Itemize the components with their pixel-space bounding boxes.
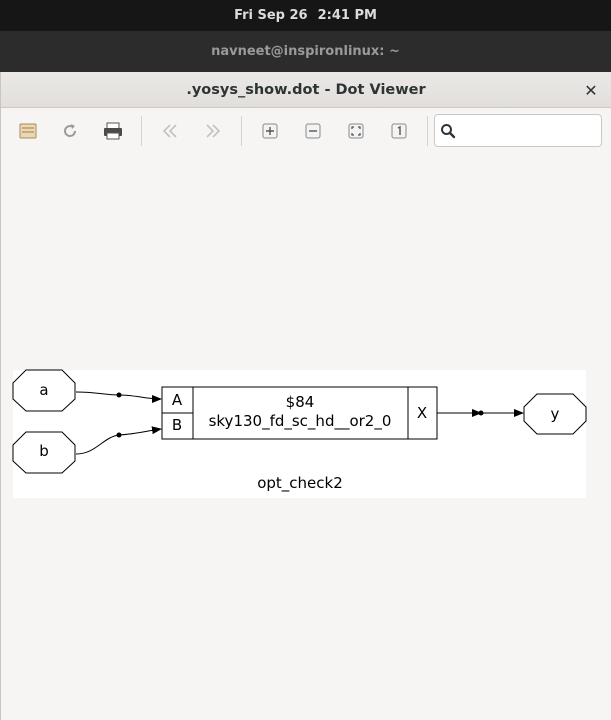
window-titlebar[interactable]: .yosys_show.dot - Dot Viewer ✕ [1,72,611,108]
print-icon [104,122,122,140]
cell-id-label: $84 [286,393,315,411]
zoom-100-icon [391,123,407,139]
back-icon [162,124,177,138]
top-bar: Fri Sep 26 2:41 PM [0,0,611,31]
zoom-fit-button[interactable] [341,117,371,145]
input-node-a[interactable]: a [12,369,76,412]
close-icon: ✕ [584,80,598,100]
graph-diagram: a b A B $84 sky130_fd_sc_hd__or2_0 X y o… [12,369,587,498]
module-name-label: opt_check2 [257,474,343,493]
port-X-label: X [417,404,427,422]
toolbar-separator [141,116,142,146]
clock-date: Fri Sep 26 [234,8,308,23]
clock-time: 2:41 PM [317,8,377,23]
toolbar-separator [427,116,428,146]
search-input[interactable] [461,122,595,139]
cell-type-label: sky130_fd_sc_hd__or2_0 [209,412,392,431]
print-button[interactable] [98,117,128,145]
zoom-fit-icon [348,123,364,139]
back-button[interactable] [155,117,185,145]
reload-button[interactable] [55,117,85,145]
search-box[interactable] [434,114,602,147]
output-y-label: y [551,405,560,423]
search-icon [435,123,461,139]
window-title: .yosys_show.dot - Dot Viewer [186,81,426,98]
close-button[interactable]: ✕ [581,80,601,100]
zoom-out-button[interactable] [298,117,328,145]
port-A-label: A [172,391,183,409]
input-b-label: b [39,442,49,460]
zoom-out-icon [305,123,321,139]
input-a-label: a [39,381,48,399]
cell-node[interactable]: A B $84 sky130_fd_sc_hd__or2_0 X [161,386,438,440]
toolbar [1,108,611,154]
terminal-titlebar[interactable]: navneet@inspironlinux: ~ [0,31,611,72]
zoom-in-button[interactable] [255,117,285,145]
open-button[interactable] [13,117,43,145]
forward-button[interactable] [198,117,228,145]
input-node-b[interactable]: b [12,431,76,474]
terminal-title: navneet@inspironlinux: ~ [211,44,400,59]
forward-icon [206,124,221,138]
open-icon [19,123,37,139]
zoom-100-button[interactable] [384,117,414,145]
reload-icon [64,124,77,137]
port-B-label: B [172,416,182,434]
zoom-in-icon [262,123,278,139]
toolbar-separator [241,116,242,146]
dot-viewer-window: .yosys_show.dot - Dot Viewer ✕ a b A B $… [0,72,611,720]
clock[interactable]: Fri Sep 26 2:41 PM [234,8,377,23]
graph-canvas[interactable]: a b A B $84 sky130_fd_sc_hd__or2_0 X y o… [1,154,611,720]
output-node-y[interactable]: y [523,393,587,435]
